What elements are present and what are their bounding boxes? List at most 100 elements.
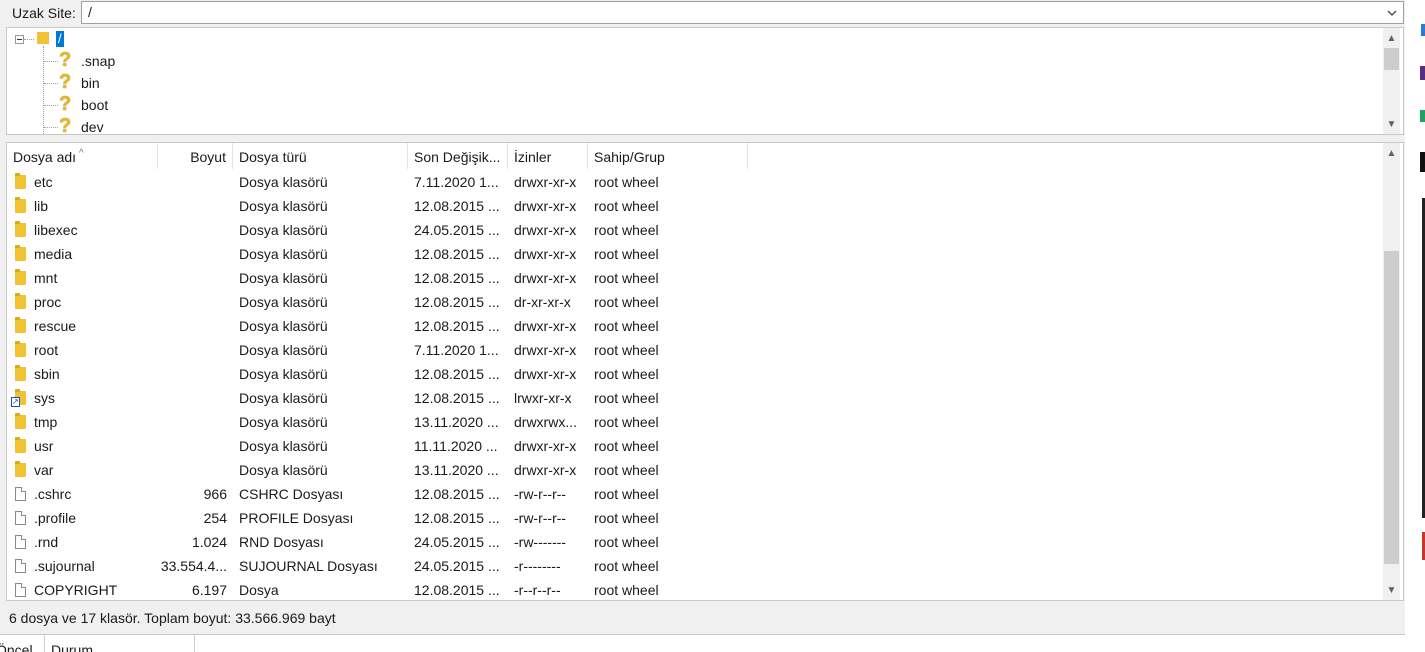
folder-icon [15,461,26,477]
file-permissions: drwxr-xr-x [514,198,577,214]
file-icon [15,535,26,549]
unknown-folder-icon: ? [59,93,72,115]
file-name: .rnd [34,534,59,550]
file-name: sys [34,390,55,406]
file-row[interactable]: .rnd 1.024 RND Dosyası 24.05.2015 ... -rw---… [7,530,1385,554]
file-permissions: drwxr-xr-x [514,342,577,358]
folder-icon [15,221,26,237]
tree-connector [44,105,58,106]
file-owner: root wheel [594,558,659,574]
scroll-up-icon[interactable]: ▲ [1383,30,1400,47]
column-header-name[interactable]: Dosya adı ^ [7,143,158,169]
file-row[interactable]: sbin Dosya klasörü 12.08.2015 ... drwxr-xr-… [7,362,1385,386]
tree-item[interactable]: ? bin [59,72,359,94]
file-owner: root wheel [594,534,659,550]
file-row[interactable]: libexec Dosya klasörü 24.05.2015 ... drwxr-… [7,218,1385,242]
file-row[interactable]: lib Dosya klasörü 12.08.2015 ... drwxr-xr-x… [7,194,1385,218]
file-modified: 12.08.2015 ... [414,582,500,598]
scroll-down-icon[interactable]: ▼ [1383,116,1400,133]
unknown-folder-icon: ? [59,49,72,71]
file-name: COPYRIGHT [34,582,118,598]
directory-tree[interactable]: / ? .snap? bin? boot? dev ▲ ▼ [6,27,1404,135]
file-name: .sujournal [34,558,95,574]
unknown-folder-icon: ? [59,115,72,135]
column-header-type[interactable]: Dosya türü [233,143,408,169]
file-row[interactable]: var Dosya klasörü 13.11.2020 ... drwxr-xr-x… [7,458,1385,482]
file-row[interactable]: rescue Dosya klasörü 12.08.2015 ... drwxr-x… [7,314,1385,338]
file-icon [15,487,26,501]
column-header-size[interactable]: Boyut [158,143,233,169]
collapse-toggle-icon[interactable] [15,35,24,44]
edge-accent [1420,110,1425,122]
file-size [157,194,227,218]
column-header-name-label: Dosya adı [13,149,77,165]
tree-item[interactable]: ? .snap [59,50,359,72]
file-owner: root wheel [594,486,659,502]
file-permissions: -rw-r--r-- [514,486,567,502]
folder-icon [15,269,26,285]
file-permissions: -r--r--r-- [514,582,561,598]
file-row[interactable]: .profile 254 PROFILE Dosyası 12.08.2015 ...… [7,506,1385,530]
folder-icon [15,413,26,429]
tree-root-selected[interactable]: / [56,31,64,47]
file-row[interactable]: .cshrc 966 CSHRC Dosyası 12.08.2015 ... -rw-… [7,482,1385,506]
tree-item[interactable]: ? dev [59,115,359,135]
folder-icon [37,32,49,44]
file-name: var [34,462,54,478]
file-size: 6.197 [191,582,227,598]
file-row[interactable]: root Dosya klasörü 7.11.2020 1... drwxr-xr-… [7,338,1385,362]
file-permissions: drwxr-xr-x [514,366,577,382]
scroll-up-icon[interactable]: ▲ [1383,145,1400,162]
file-modified: 24.05.2015 ... [414,222,500,238]
file-permissions: drwxrwx... [514,414,577,430]
file-modified: 13.11.2020 ... [414,462,499,478]
file-permissions: drwxr-xr-x [514,438,577,454]
file-owner: root wheel [594,270,659,286]
file-row[interactable]: usr Dosya klasörü 11.11.2020 ... drwxr-xr-x… [7,434,1385,458]
file-row[interactable]: tmp Dosya klasörü 13.11.2020 ... drwxrwx...… [7,410,1385,434]
file-size: 966 [203,486,227,502]
tree-item[interactable]: ? boot [59,94,359,116]
scroll-thumb[interactable] [1384,251,1399,564]
file-name: libexec [34,222,78,238]
column-header-modified[interactable]: Son Değişik... [408,143,508,169]
file-permissions: drwxr-xr-x [514,246,577,262]
file-row[interactable]: .sujournal 33.554.4... SUJOURNAL Dosyası 24… [7,554,1385,578]
file-row[interactable]: mnt Dosya klasörü 12.08.2015 ... drwxr-xr-x… [7,266,1385,290]
queue-column-status[interactable]: Durum [45,635,195,652]
folder-link-icon [11,389,26,407]
column-header-permissions[interactable]: İzinler [508,143,588,169]
file-modified: 7.11.2020 1... [414,174,499,190]
file-owner: root wheel [594,318,659,334]
file-list-scrollbar[interactable]: ▲ ▼ [1383,143,1400,600]
column-header-owner[interactable]: Sahip/Grup [588,143,748,169]
file-owner: root wheel [594,174,659,190]
file-size [157,434,227,458]
tree-item-label: dev [81,119,104,135]
folder-icon [15,173,26,189]
file-row[interactable]: sys Dosya klasörü 12.08.2015 ... lrwxr-xr-x… [7,386,1385,410]
transfer-queue-header: Öncel Durum [0,634,1405,652]
file-modified: 12.08.2015 ... [414,486,500,502]
file-row[interactable]: COPYRIGHT 6.197 Dosya 12.08.2015 ... -r--r--… [7,578,1385,600]
file-name: media [34,246,73,262]
file-size: 33.554.4... [160,558,227,574]
file-name: etc [34,174,53,190]
file-row[interactable]: media Dosya klasörü 12.08.2015 ... drwxr-xr… [7,242,1385,266]
remote-site-bar: Uzak Site: / [0,0,1405,26]
folder-icon [15,341,26,357]
tree-scrollbar[interactable]: ▲ ▼ [1383,28,1400,134]
file-row[interactable]: etc Dosya klasörü 7.11.2020 1... drwxr-xr-x… [7,170,1385,194]
scroll-thumb[interactable] [1384,48,1399,70]
file-list[interactable]: Dosya adı ^ Boyut Dosya türü Son Değişik… [6,142,1404,601]
chevron-down-icon[interactable] [1385,6,1399,20]
file-name: usr [34,438,54,454]
file-row[interactable]: proc Dosya klasörü 12.08.2015 ... dr-xr-xr-… [7,290,1385,314]
file-type: Dosya klasörü [239,462,328,478]
remote-path-input[interactable]: / [81,1,1404,24]
queue-column-priority[interactable]: Öncel [0,635,45,652]
tree-item-label: boot [81,97,109,113]
scroll-down-icon[interactable]: ▼ [1383,582,1400,599]
edge-accent [1421,24,1425,36]
file-permissions: -rw------- [514,534,567,550]
